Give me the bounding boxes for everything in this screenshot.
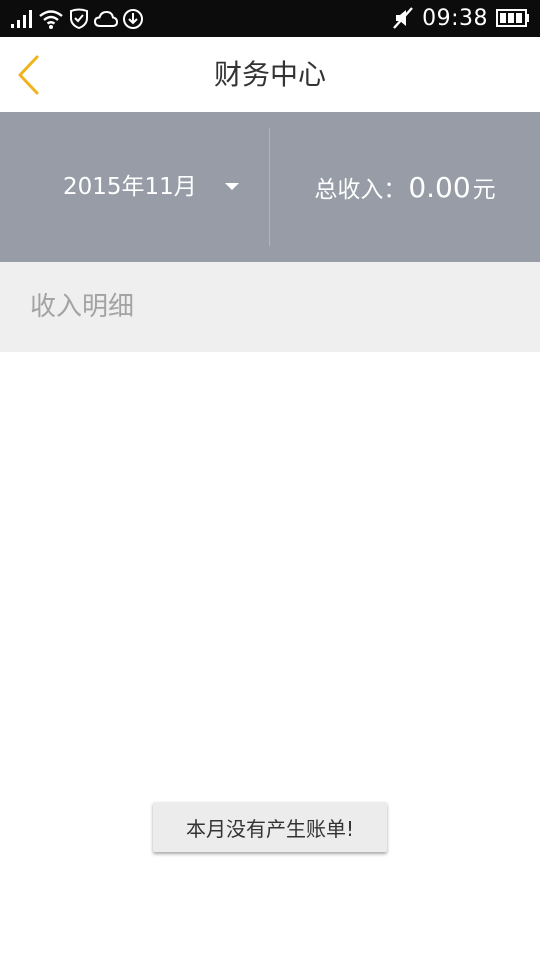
chevron-left-icon: [15, 54, 41, 96]
download-icon: [122, 8, 144, 30]
wifi-icon: [38, 8, 64, 30]
shield-check-icon: [68, 8, 90, 30]
status-time: 09:38: [422, 5, 488, 31]
back-button[interactable]: [8, 51, 48, 99]
status-left-icons: [10, 7, 144, 31]
section-title: 收入明细: [30, 292, 135, 322]
section-header: 收入明细: [0, 262, 540, 352]
signal-icon: [10, 9, 34, 29]
caret-down-icon: [224, 182, 240, 192]
mute-icon: [392, 6, 414, 30]
toast-message: 本月没有产生账单!: [153, 802, 387, 852]
battery-icon: [496, 8, 530, 28]
total-income-label: 总收入：: [314, 177, 407, 203]
month-label: 2015年11月: [63, 174, 197, 200]
cloud-icon: [94, 9, 118, 29]
total-income-unit: 元: [472, 177, 496, 203]
month-picker[interactable]: 2015年11月: [0, 112, 269, 262]
total-income: 总收入： 0.00 元: [270, 112, 540, 262]
page-title: 财务中心: [213, 58, 326, 91]
income-summary: 2015年11月 总收入： 0.00 元: [0, 112, 540, 262]
app-header: 财务中心: [0, 37, 540, 112]
status-right-icons: 09:38: [392, 5, 530, 31]
status-bar: 09:38: [0, 0, 540, 37]
income-list: [0, 352, 540, 960]
total-income-amount: 0.00: [408, 170, 471, 204]
